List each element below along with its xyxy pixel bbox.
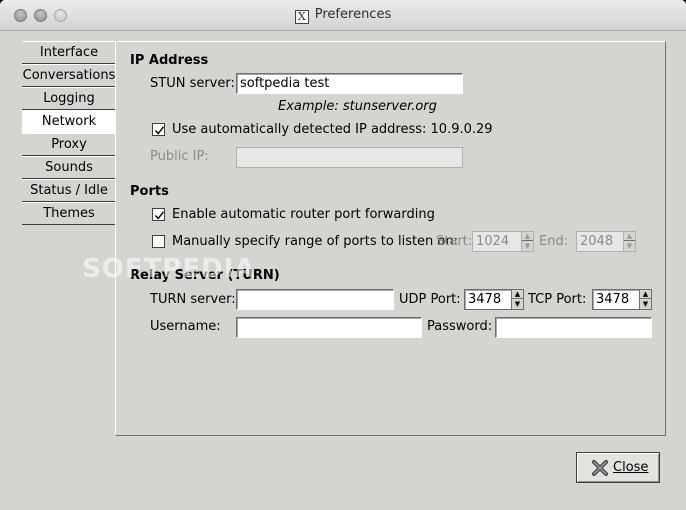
- udp-port-arrows[interactable]: ▲ ▼: [511, 289, 524, 310]
- sidebar-item-sounds[interactable]: Sounds: [22, 156, 116, 179]
- spin-up-icon[interactable]: ▲: [522, 232, 533, 241]
- title-bar: X Preferences: [0, 0, 686, 31]
- password-label: Password:: [427, 319, 493, 334]
- stun-server-label: STUN server:: [150, 76, 235, 91]
- tcp-port-spinner[interactable]: 3478 ▲ ▼: [592, 289, 652, 310]
- router-port-forwarding-label: Enable automatic router port forwarding: [172, 207, 435, 222]
- spin-down-icon[interactable]: ▼: [512, 300, 523, 309]
- sidebar-item-proxy[interactable]: Proxy: [22, 133, 116, 156]
- tcp-port-value[interactable]: 3478: [592, 289, 640, 310]
- turn-server-label: TURN server:: [150, 292, 236, 307]
- ports-heading: Ports: [130, 184, 169, 199]
- preferences-window: X Preferences Interface Conversations Log…: [0, 0, 686, 510]
- spin-down-icon[interactable]: ▼: [624, 242, 635, 251]
- relay-server-heading: Relay Server (TURN): [130, 268, 280, 283]
- spin-up-icon[interactable]: ▲: [640, 290, 651, 299]
- password-input[interactable]: [495, 317, 652, 338]
- tcp-port-arrows[interactable]: ▲ ▼: [639, 289, 652, 310]
- udp-port-value[interactable]: 3478: [464, 289, 512, 310]
- close-x-icon: [592, 460, 608, 476]
- ip-address-heading: IP Address: [130, 53, 209, 68]
- sidebar-item-logging[interactable]: Logging: [22, 87, 116, 110]
- sidebar-item-network[interactable]: Network: [22, 110, 116, 133]
- auto-detect-ip-label: Use automatically detected IP address: 1…: [172, 122, 493, 137]
- sidebar-item-interface[interactable]: Interface: [22, 41, 116, 64]
- port-start-value[interactable]: 1024: [472, 231, 522, 252]
- port-start-spinner[interactable]: 1024 ▲ ▼: [472, 231, 534, 252]
- sidebar: Interface Conversations Logging Network …: [22, 41, 116, 225]
- port-start-label: Start:: [436, 234, 473, 249]
- stun-server-example: Example: stunserver.org: [278, 99, 437, 114]
- spin-up-icon[interactable]: ▲: [624, 232, 635, 241]
- spin-up-icon[interactable]: ▲: [512, 290, 523, 299]
- checkmark-icon: [154, 126, 165, 135]
- username-input[interactable]: [236, 317, 422, 338]
- port-end-arrows[interactable]: ▲ ▼: [623, 231, 636, 252]
- port-end-value[interactable]: 2048: [576, 231, 624, 252]
- window-title-area: X Preferences: [0, 7, 686, 24]
- turn-server-input[interactable]: [236, 289, 394, 310]
- udp-port-spinner[interactable]: 3478 ▲ ▼: [464, 289, 524, 310]
- username-label: Username:: [150, 319, 221, 334]
- network-settings-panel: IP Address STUN server: softpedia test E…: [115, 41, 666, 436]
- sidebar-item-themes[interactable]: Themes: [22, 202, 116, 225]
- tcp-port-label: TCP Port:: [528, 292, 587, 307]
- spin-down-icon[interactable]: ▼: [522, 242, 533, 251]
- manual-port-range-checkbox[interactable]: [152, 235, 165, 248]
- router-port-forwarding-checkbox[interactable]: [152, 208, 165, 221]
- sidebar-item-conversations[interactable]: Conversations: [22, 64, 116, 87]
- x11-app-icon: X: [294, 10, 309, 24]
- window-title: Preferences: [314, 7, 392, 22]
- public-ip-label: Public IP:: [150, 149, 209, 164]
- udp-port-label: UDP Port:: [399, 292, 461, 307]
- manual-port-range-label: Manually specify range of ports to liste…: [172, 234, 458, 249]
- port-start-arrows[interactable]: ▲ ▼: [521, 231, 534, 252]
- checkmark-icon: [154, 211, 165, 220]
- sidebar-item-status-idle[interactable]: Status / Idle: [22, 179, 116, 202]
- port-end-spinner[interactable]: 2048 ▲ ▼: [576, 231, 636, 252]
- public-ip-input[interactable]: [236, 147, 463, 168]
- port-end-label: End:: [539, 234, 569, 249]
- auto-detect-ip-checkbox[interactable]: [152, 123, 165, 136]
- stun-server-input[interactable]: softpedia test: [236, 73, 463, 94]
- close-button-label: Close: [613, 460, 649, 475]
- close-button[interactable]: Close: [576, 452, 660, 483]
- spin-down-icon[interactable]: ▼: [640, 300, 651, 309]
